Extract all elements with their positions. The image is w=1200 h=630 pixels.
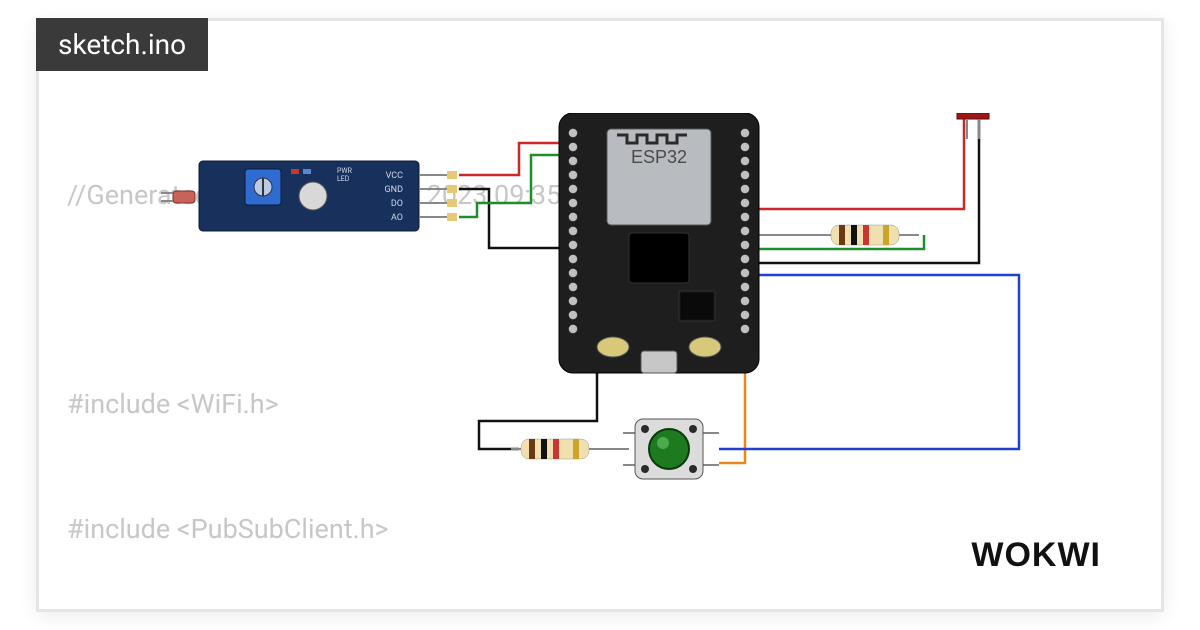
esp32-board[interactable]: ESP32 (559, 113, 759, 373)
filename-tab: sketch.ino (36, 18, 208, 71)
ldr-pin-label-vcc: VCC (386, 171, 404, 181)
wokwi-logo-text: WOKWI (971, 536, 1101, 574)
ldr-pin-label-gnd: GND (385, 185, 404, 195)
ldr-pin-label-do: DO (391, 199, 403, 209)
esp32-chip-label: ESP32 (631, 147, 687, 167)
wire-button-vcc (719, 275, 1019, 449)
wire-led-anode (759, 117, 965, 209)
ldr-pwr-label: PWR (337, 167, 353, 175)
ldr-led-label: LED (337, 175, 350, 183)
wokwi-logo: WOKWI (971, 536, 1101, 575)
wire-button-gnd (479, 371, 597, 449)
circuit-diagram: PWR LED VCC GND DO AO (159, 113, 1079, 533)
card-frame: sketch.ino //Generated Date: Tue, 18 Apr… (36, 18, 1164, 612)
resistor-1[interactable] (831, 225, 899, 245)
filename-label: sketch.ino (58, 28, 186, 61)
ldr-module[interactable]: PWR LED VCC GND DO AO (161, 161, 457, 231)
resistor-2[interactable] (521, 439, 589, 459)
push-button[interactable] (623, 419, 719, 479)
led-red[interactable] (957, 113, 989, 139)
ldr-pin-label-ao: AO (391, 213, 403, 223)
